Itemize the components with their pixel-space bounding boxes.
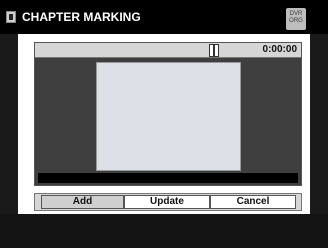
progress-bar[interactable] [38, 173, 298, 183]
bottom-bar [0, 214, 328, 248]
title-bar: CHAPTER MARKING DVR ORG [0, 0, 328, 34]
badge-line-1: DVR [289, 11, 303, 17]
disc-tray-icon [6, 11, 16, 23]
pause-icon [209, 44, 219, 57]
button-bar: Add Update Cancel [34, 193, 302, 211]
video-player: 0:00:00 [34, 42, 302, 186]
playback-time: 0:00:00 [262, 44, 297, 55]
video-preview [96, 62, 241, 171]
badge-line-2: ORG [289, 18, 303, 24]
player-status-bar: 0:00:00 [35, 43, 301, 58]
pause-bar-right [214, 44, 219, 57]
dvr-org-badge: DVR ORG [286, 8, 306, 30]
cancel-button[interactable]: Cancel [210, 195, 296, 209]
update-button[interactable]: Update [124, 195, 210, 209]
add-button[interactable]: Add [41, 195, 124, 209]
page-title: CHAPTER MARKING [22, 10, 141, 24]
